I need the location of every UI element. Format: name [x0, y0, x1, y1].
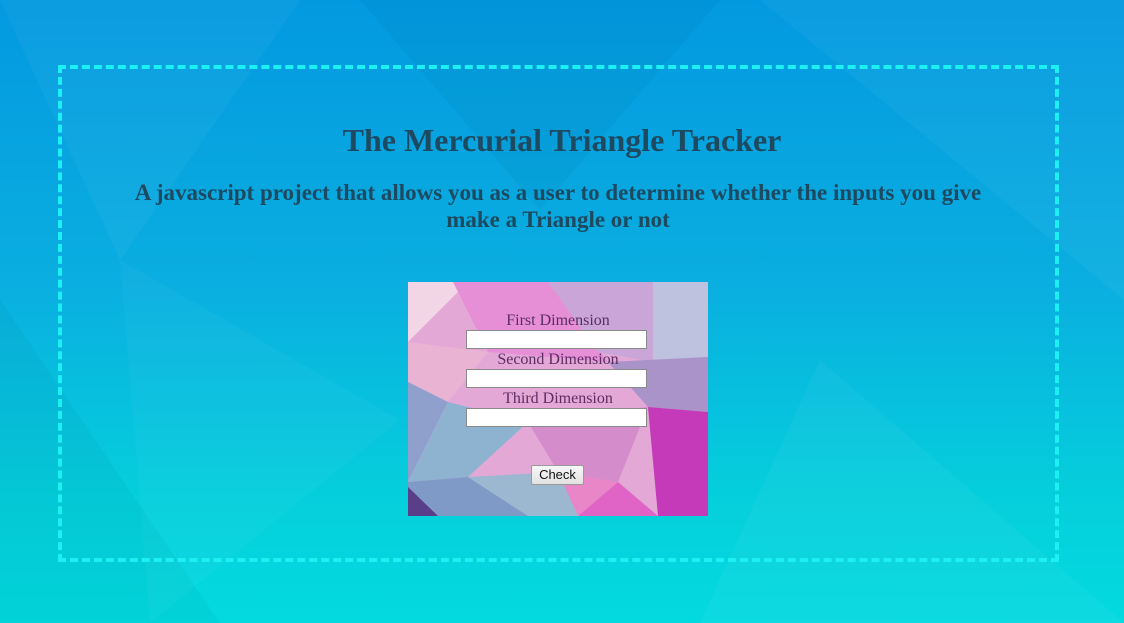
triangle-form: First Dimension Second Dimension Third D…	[408, 282, 708, 516]
page-title: The Mercurial Triangle Tracker	[342, 122, 782, 158]
second-dimension-input[interactable]	[466, 369, 647, 388]
page-subtitle: A javascript project that allows you as …	[134, 180, 982, 232]
first-dimension-label: First Dimension	[506, 312, 610, 329]
third-dimension-label: Third Dimension	[503, 390, 613, 407]
third-dimension-input[interactable]	[466, 408, 647, 427]
check-button[interactable]: Check	[531, 465, 584, 485]
first-dimension-input[interactable]	[466, 330, 647, 349]
second-dimension-label: Second Dimension	[497, 351, 619, 368]
